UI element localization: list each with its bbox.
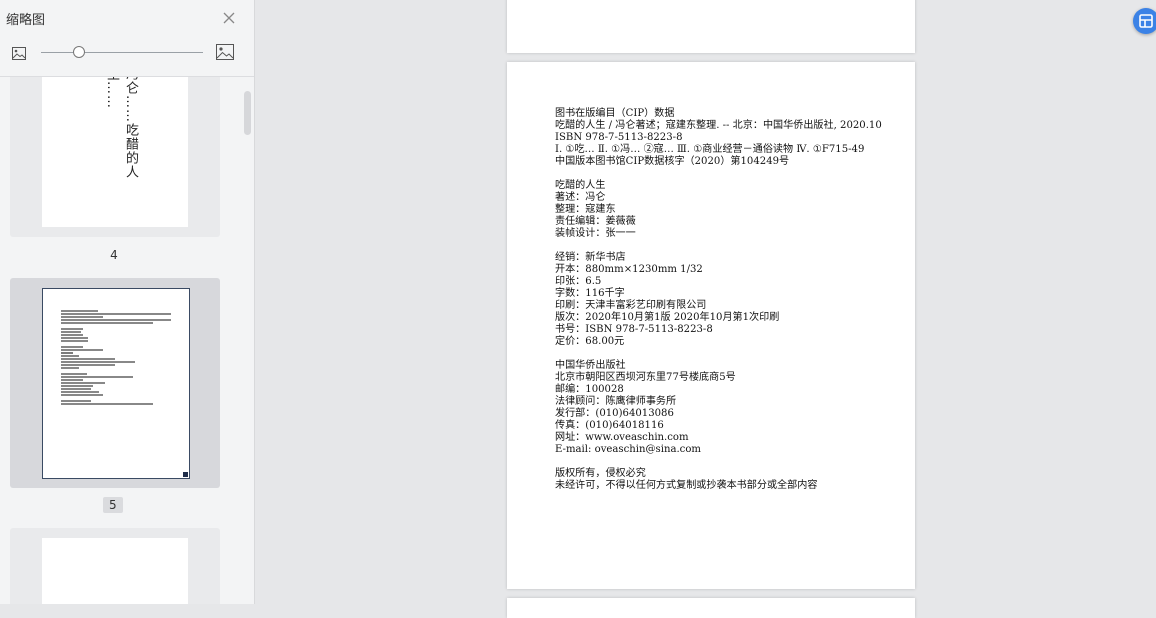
cip-block: 图书在版编目（CIP）数据 吃醋的人生 / 冯仑著述；寇建东整理. -- 北京：…: [555, 108, 895, 168]
thumbnail-zoom-control: [0, 40, 254, 66]
spec-line: 定价：68.00元: [555, 336, 625, 347]
document-page-previous: [507, 0, 915, 53]
spec-line: 经销：新华书店: [555, 252, 626, 263]
spec-line: 字数：116千字: [555, 288, 625, 299]
image-large-icon[interactable]: [216, 44, 234, 60]
floating-tool-button[interactable]: [1133, 8, 1156, 34]
credit-line: 吃醋的人生: [555, 180, 606, 191]
document-page-current: 图书在版编目（CIP）数据 吃醋的人生 / 冯仑著述；寇建东整理. -- 北京：…: [507, 62, 915, 589]
layout-icon: [1139, 14, 1153, 28]
rights-block: 版权所有，侵权必究 未经许可，不得以任何方式复制或抄袭本书部分或全部内容: [555, 468, 895, 492]
credit-line: 责任编辑：姜薇薇: [555, 216, 636, 227]
publisher-line: 发行部：(010)64013086: [555, 408, 674, 419]
cip-line: 图书在版编目（CIP）数据: [555, 108, 675, 119]
thumbnail-page-number: 4: [110, 248, 118, 262]
cip-line: ISBN 978-7-5113-8223-8: [555, 132, 683, 143]
thumbnail-text-preview: [61, 310, 188, 477]
publisher-line: E-mail: oveaschin@sina.com: [555, 444, 701, 455]
credits-block: 吃醋的人生 著述：冯仑 整理：寇建东 责任编辑：姜薇薇 装帧设计：张一一: [555, 180, 895, 240]
document-page-next: [507, 598, 915, 618]
cip-line: 吃醋的人生 / 冯仑著述；寇建东整理. -- 北京：中国华侨出版社, 2020.…: [555, 120, 882, 131]
publisher-line: 邮编：100028: [555, 384, 624, 395]
rights-line: 未经许可，不得以任何方式复制或抄袭本书部分或全部内容: [555, 480, 818, 491]
thumbnail-list: 冯仑……吃醋的人生…… 4 5: [0, 77, 254, 604]
thumbnail-page-image: 冯仑……吃醋的人生……: [42, 77, 188, 227]
credit-line: 整理：寇建东: [555, 204, 616, 215]
rights-line: 版权所有，侵权必究: [555, 468, 646, 479]
thumbnail-page-4[interactable]: 冯仑……吃醋的人生……: [10, 77, 220, 237]
thumbnail-sidebar: 缩略图 冯仑……吃醋的人生…… 4 5: [0, 0, 255, 604]
credit-line: 装帧设计：张一一: [555, 228, 636, 239]
thumbnail-vertical-text: 冯仑……吃醋的人生……: [104, 77, 138, 179]
specs-block: 经销：新华书店 开本：880mm×1230mm 1/32 印张：6.5 字数：1…: [555, 252, 895, 348]
zoom-slider-track[interactable]: [41, 52, 203, 53]
cip-line: Ⅰ. ①吃… Ⅱ. ①冯… ②寇… Ⅲ. ①商业经营－通俗读物 Ⅳ. ①F715…: [555, 144, 865, 155]
spec-line: 开本：880mm×1230mm 1/32: [555, 264, 703, 275]
thumbnail-page-image: [42, 538, 188, 604]
publisher-line: 网址：www.oveaschin.com: [555, 432, 689, 443]
publisher-block: 中国华侨出版社 北京市朝阳区西坝河东里77号楼底商5号 邮编：100028 法律…: [555, 360, 895, 456]
sidebar-scrollbar[interactable]: [244, 91, 251, 135]
publisher-line: 传真：(010)64018116: [555, 420, 664, 431]
credit-line: 著述：冯仑: [555, 192, 606, 203]
cip-line: 中国版本图书馆CIP数据核字（2020）第104249号: [555, 156, 790, 167]
zoom-slider-handle[interactable]: [73, 46, 85, 58]
close-icon[interactable]: [221, 10, 237, 26]
image-small-icon[interactable]: [12, 45, 26, 60]
spec-line: 版次：2020年10月第1版 2020年10月第1次印刷: [555, 312, 780, 323]
publisher-line: 北京市朝阳区西坝河东里77号楼底商5号: [555, 372, 736, 383]
thumbnail-page-5[interactable]: [10, 278, 220, 488]
spec-line: 书号：ISBN 978-7-5113-8223-8: [555, 324, 713, 335]
copyright-page-text: 图书在版编目（CIP）数据 吃醋的人生 / 冯仑著述；寇建东整理. -- 北京：…: [555, 108, 895, 492]
publisher-line: 中国华侨出版社: [555, 360, 626, 371]
thumbnail-page-6[interactable]: [10, 528, 220, 604]
thumbnail-page-number: 5: [103, 497, 123, 513]
sidebar-title: 缩略图: [6, 13, 46, 28]
spec-line: 印刷：天津丰富彩艺印刷有限公司: [555, 300, 707, 311]
spec-line: 印张：6.5: [555, 276, 602, 287]
thumbnail-page-image: [42, 288, 190, 479]
publisher-line: 法律顾问：陈鹰律师事务所: [555, 396, 677, 407]
